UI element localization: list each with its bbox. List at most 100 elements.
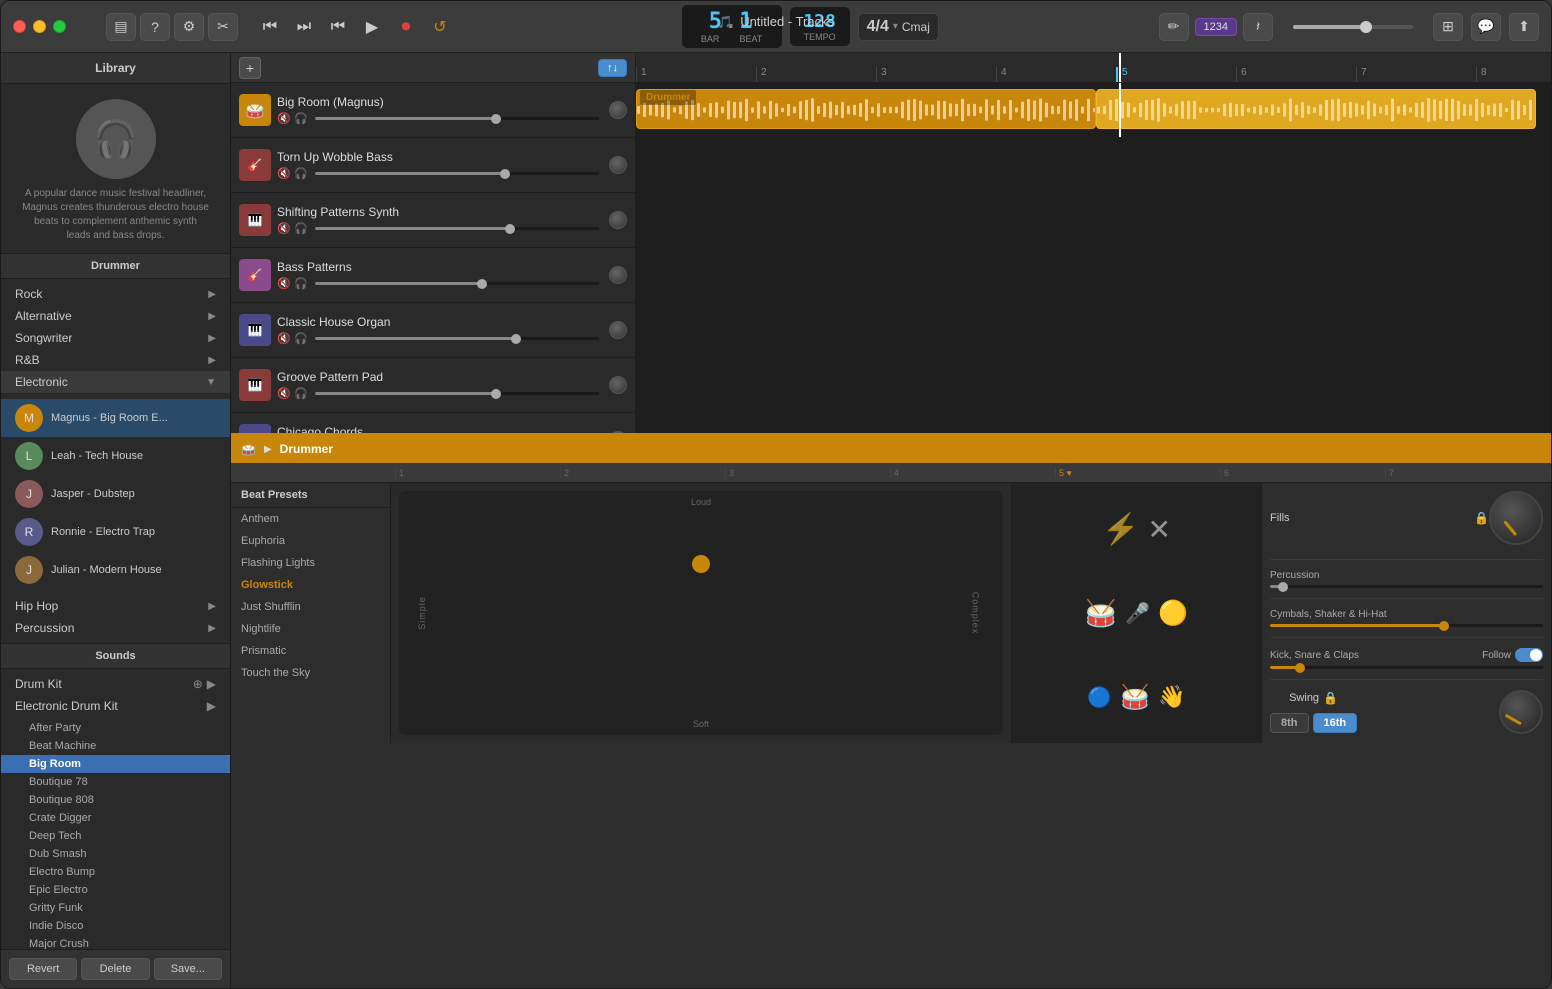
drummer-item-julian[interactable]: J Julian - Modern House <box>1 551 230 589</box>
library-toggle-button[interactable]: ▤ <box>106 13 136 41</box>
drum-icon-x[interactable]: ✕ <box>1147 513 1170 546</box>
timeline-row-5[interactable] <box>636 303 1551 358</box>
headphone-button-big-room[interactable]: 🎧 <box>294 112 308 125</box>
drum-icon-kick[interactable]: 🔵 <box>1087 685 1112 710</box>
scissors-button[interactable]: ✂ <box>208 13 238 41</box>
minimize-button[interactable] <box>33 20 46 33</box>
track-item-bass-patterns[interactable]: 🎸 Bass Patterns 🔇 🎧 <box>231 248 635 303</box>
save-button[interactable]: Save... <box>154 958 222 980</box>
sound-item-boutique-808[interactable]: Boutique 808 <box>1 791 230 809</box>
track-volume-shifting[interactable] <box>315 227 599 230</box>
time-signature-display[interactable]: 4/4 ▾ Cmaj <box>858 13 939 41</box>
track-item-shifting-patterns[interactable]: 🎹 Shifting Patterns Synth 🔇 🎧 <box>231 193 635 248</box>
timeline-row-6[interactable] <box>636 358 1551 413</box>
share-button[interactable]: ⬆ <box>1509 13 1539 41</box>
percussion-slider[interactable] <box>1270 585 1543 588</box>
sound-item-deep-tech[interactable]: Deep Tech <box>1 827 230 845</box>
record-button[interactable]: ⏺ <box>394 15 418 39</box>
kick-slider[interactable] <box>1270 666 1543 669</box>
track-volume-groove[interactable] <box>315 392 599 395</box>
settings-button[interactable]: ⚙ <box>174 13 204 41</box>
track-knob-organ[interactable] <box>609 321 627 339</box>
track-knob-wobble[interactable] <box>609 156 627 174</box>
cycle-button[interactable]: ↺ <box>428 15 452 39</box>
track-item-classic-house[interactable]: 🎹 Classic House Organ 🔇 🎧 <box>231 303 635 358</box>
track-volume-organ[interactable] <box>315 337 599 340</box>
beat-preset-nightlife[interactable]: Nightlife <box>231 618 390 640</box>
track-volume-bass[interactable] <box>315 282 599 285</box>
cymbals-slider[interactable] <box>1270 624 1543 627</box>
metronome-button[interactable]: 𝄽 <box>1243 13 1273 41</box>
mute-button-shifting[interactable]: 🔇 <box>277 222 291 235</box>
track-knob-big-room[interactable] <box>609 101 627 119</box>
sound-category-electronic[interactable]: Electronic Drum Kit ▶ <box>1 695 230 717</box>
drummer-item-jasper[interactable]: J Jasper - Dubstep <box>1 475 230 513</box>
volume-slider[interactable] <box>1293 25 1413 29</box>
mute-button-groove[interactable]: 🔇 <box>277 387 291 400</box>
track-knob-shifting[interactable] <box>609 211 627 229</box>
category-item-hiphop[interactable]: Hip Hop ▶ <box>1 595 230 617</box>
sound-item-gritty-funk[interactable]: Gritty Funk <box>1 899 230 917</box>
drummer-item-leah[interactable]: L Leah - Tech House <box>1 437 230 475</box>
timeline-row-drummer[interactable]: Drummer // generated inline <box>636 83 1551 138</box>
headphone-button-groove[interactable]: 🎧 <box>294 387 308 400</box>
headphone-button-bass[interactable]: 🎧 <box>294 277 308 290</box>
sound-item-dub-smash[interactable]: Dub Smash <box>1 845 230 863</box>
headphone-button-organ[interactable]: 🎧 <box>294 332 308 345</box>
beat-preset-just-shufflin[interactable]: Just Shufflin <box>231 596 390 618</box>
track-item-chicago-chords[interactable]: 🎹 Chicago Chords 🔇 🎧 <box>231 413 635 433</box>
maximize-button[interactable] <box>53 20 66 33</box>
headphone-button-shifting[interactable]: 🎧 <box>294 222 308 235</box>
sound-item-electro-bump[interactable]: Electro Bump <box>1 863 230 881</box>
track-volume-big-room[interactable] <box>315 117 599 120</box>
drummer-region-1[interactable]: // generated inline <box>636 89 1096 129</box>
category-item-rock[interactable]: Rock ▶ <box>1 283 230 305</box>
chat-button[interactable]: 💬 <box>1471 13 1501 41</box>
sound-item-after-party[interactable]: After Party <box>1 719 230 737</box>
track-knob-groove[interactable] <box>609 376 627 394</box>
mute-button-big-room[interactable]: 🔇 <box>277 112 291 125</box>
drum-icon-clap[interactable]: 👋 <box>1158 684 1185 710</box>
help-button[interactable]: ? <box>140 13 170 41</box>
follow-toggle-box[interactable] <box>1515 648 1543 662</box>
beat-preset-glowstick[interactable]: Glowstick <box>231 574 390 596</box>
timeline-row-3[interactable] <box>636 193 1551 248</box>
beat-16th-button[interactable]: 16th <box>1313 713 1358 733</box>
pad-position-dot[interactable] <box>692 555 710 573</box>
mute-button-bass[interactable]: 🔇 <box>277 277 291 290</box>
add-track-button[interactable]: + <box>239 57 261 79</box>
revert-button[interactable]: Revert <box>9 958 77 980</box>
track-sort-button[interactable]: ↑↓ <box>598 59 627 77</box>
sound-item-epic-electro[interactable]: Epic Electro <box>1 881 230 899</box>
sound-item-big-room[interactable]: Big Room <box>1 755 230 773</box>
beat-preset-euphoria[interactable]: Euphoria <box>231 530 390 552</box>
beat-preset-anthem[interactable]: Anthem <box>231 508 390 530</box>
category-item-percussion[interactable]: Percussion ▶ <box>1 617 230 639</box>
beat-preset-flashing-lights[interactable]: Flashing Lights <box>231 552 390 574</box>
sound-item-boutique-78[interactable]: Boutique 78 <box>1 773 230 791</box>
category-item-alternative[interactable]: Alternative ▶ <box>1 305 230 327</box>
drummer-region-2[interactable] <box>1096 89 1536 129</box>
category-item-songwriter[interactable]: Songwriter ▶ <box>1 327 230 349</box>
timeline-row-2[interactable] <box>636 138 1551 193</box>
track-item-groove-pattern[interactable]: 🎹 Groove Pattern Pad 🔇 🎧 <box>231 358 635 413</box>
fills-knob-area[interactable] <box>1489 491 1543 545</box>
pad-field[interactable]: Loud Soft Simple Complex <box>399 491 1003 735</box>
sound-item-beat-machine[interactable]: Beat Machine <box>1 737 230 755</box>
fills-knob[interactable] <box>1489 491 1543 545</box>
timeline-row-4[interactable] <box>636 248 1551 303</box>
drum-icon-shaker[interactable]: 🎤 <box>1125 601 1150 626</box>
mute-button-organ[interactable]: 🔇 <box>277 332 291 345</box>
sound-item-indie-disco[interactable]: Indie Disco <box>1 917 230 935</box>
swing-knob[interactable] <box>1499 690 1543 734</box>
pencil-button[interactable]: ✏ <box>1159 13 1189 41</box>
rewind-button[interactable]: ⏮ <box>258 15 282 39</box>
headphone-button-wobble[interactable]: 🎧 <box>294 167 308 180</box>
beat-preset-touch-sky[interactable]: Touch the Sky <box>231 662 390 684</box>
timeline-row-7[interactable] <box>636 413 1551 433</box>
drum-icon-lightning[interactable]: ⚡ <box>1102 512 1139 547</box>
sound-item-crate-digger[interactable]: Crate Digger <box>1 809 230 827</box>
drummer-item-ronnie[interactable]: R Ronnie - Electro Trap <box>1 513 230 551</box>
drum-icon-hihat[interactable]: 🟡 <box>1158 599 1188 628</box>
category-item-electronic[interactable]: Electronic ▼ <box>1 371 230 393</box>
